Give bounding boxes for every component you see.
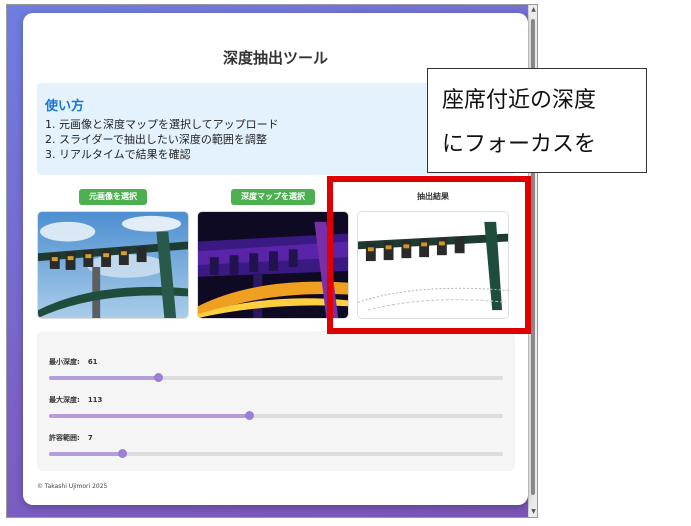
tolerance-slider[interactable] [49, 449, 503, 458]
min-depth-label: 最小深度: [49, 358, 80, 366]
annotation-callout: 座席付近の深度 にフォーカスを [427, 68, 647, 173]
min-depth-value: 61 [87, 358, 98, 366]
scroll-down-icon[interactable]: ▼ [529, 507, 538, 517]
min-depth-control: 最小深度: 61 [49, 357, 503, 382]
scroll-up-icon[interactable]: ▲ [529, 5, 538, 15]
slider-thumb[interactable] [153, 373, 163, 382]
slider-fill [49, 452, 122, 456]
tolerance-value: 7 [87, 434, 93, 442]
original-image [37, 211, 189, 319]
tolerance-control: 許容範囲: 7 [49, 433, 503, 458]
annotation-line: にフォーカスを [442, 132, 597, 157]
result-highlight-frame [327, 176, 531, 334]
min-depth-slider[interactable] [49, 373, 503, 382]
footer-copyright: © Takashi Ujimori 2025 [37, 483, 108, 490]
max-depth-label: 最大深度: [49, 396, 80, 404]
slider-fill [49, 376, 158, 380]
original-image-column: 元画像を選択 [37, 189, 189, 319]
select-depth-map-button[interactable]: 深度マップを選択 [231, 189, 315, 205]
slider-thumb[interactable] [244, 411, 254, 420]
depth-controls: 最小深度: 61 最大深度: 113 許容範囲: 7 [37, 331, 515, 471]
max-depth-control: 最大深度: 113 [49, 395, 503, 420]
slider-thumb[interactable] [117, 449, 127, 458]
slider-fill [49, 414, 249, 418]
max-depth-value: 113 [87, 396, 103, 404]
tolerance-label: 許容範囲: [49, 434, 80, 442]
annotation-line: 座席付近の深度 [442, 88, 597, 113]
max-depth-slider[interactable] [49, 411, 503, 420]
select-original-button[interactable]: 元画像を選択 [79, 189, 147, 205]
page-title: 深度抽出ツール [222, 49, 328, 67]
